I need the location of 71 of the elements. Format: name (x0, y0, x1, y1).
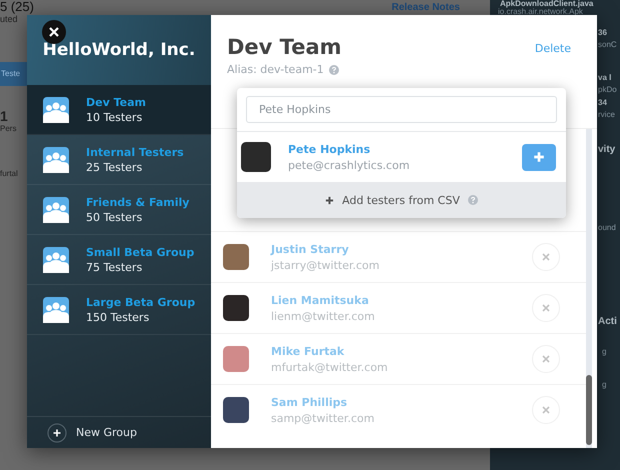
photo-placeholder (241, 142, 271, 172)
background-text: 1 (0, 108, 8, 124)
plus-icon (325, 196, 334, 204)
tester-email: mfurtak@twitter.com (271, 360, 389, 374)
tester-count: 25 Testers (86, 160, 144, 174)
group-item[interactable]: Dev Team 10 Testers (27, 85, 211, 135)
group-name: Internal Testers (86, 146, 184, 158)
delete-link[interactable]: Delete (534, 42, 571, 59)
photo-placeholder (223, 346, 249, 372)
subtitle-text: uted (0, 14, 18, 24)
group-item[interactable]: Friends & Family 50 Testers (27, 185, 211, 235)
tester-count: 10 Testers (86, 110, 144, 124)
remove-button[interactable] (532, 345, 560, 373)
close-icon (542, 406, 550, 414)
count-text: 5 (25) (0, 0, 34, 14)
remove-button[interactable] (532, 294, 560, 322)
photo-placeholder (223, 244, 249, 270)
background-text: io.crash.air.network.Apk (497, 8, 583, 15)
background-text: furtal (0, 169, 18, 178)
group-item[interactable]: Large Beta Group 150 Testers (27, 285, 211, 335)
photo-placeholder (223, 397, 249, 423)
group-item[interactable]: Small Beta Group 75 Testers (27, 235, 211, 285)
group-name: Friends & Family (86, 196, 190, 208)
tester-email: samp@twitter.com (271, 412, 376, 424)
search-field[interactable]: Pete Hopkins (246, 96, 557, 123)
help-icon[interactable] (468, 195, 478, 205)
group-icon (43, 146, 69, 172)
tester-email: pete@crashlytics.com (288, 158, 411, 172)
close-icon (49, 27, 59, 37)
background-text: vity (597, 144, 616, 156)
background-text: g (601, 348, 606, 355)
help-icon[interactable] (328, 64, 339, 74)
alias-text: Alias: dev-team-1 (227, 63, 324, 76)
tester-count: 150 Testers (86, 310, 150, 324)
background-text: Acti (597, 316, 617, 328)
group-name: Dev Team (86, 96, 146, 108)
remove-button[interactable] (532, 396, 560, 424)
group-item[interactable]: Internal Testers 25 Testers (27, 135, 211, 185)
tester-count: 50 Testers (86, 210, 144, 224)
group-icon (43, 96, 69, 122)
photo-placeholder (223, 295, 249, 321)
company-name: HelloWorld, Inc. (42, 40, 196, 60)
group-name: Small Beta Group (86, 246, 194, 258)
close-icon (542, 253, 550, 261)
plus-icon (47, 422, 67, 442)
close-icon (542, 355, 550, 363)
remove-button[interactable] (532, 243, 560, 271)
background-text: va l (597, 74, 612, 82)
background-text: 34 (597, 99, 607, 106)
testers-tab[interactable]: Teste (0, 62, 27, 86)
background-text: pkDo (597, 86, 617, 93)
tester-count: 75 Testers (86, 260, 144, 274)
tester-email: lienm@twitter.com (271, 310, 376, 322)
tester-name[interactable]: Pete Hopkins (288, 142, 522, 156)
background-text: g (601, 381, 606, 388)
close-icon (542, 304, 550, 312)
background-text: Pers (0, 124, 16, 133)
background-text: ound (597, 224, 616, 232)
background-text: 36 (597, 29, 607, 36)
add-button[interactable] (522, 144, 556, 170)
group-name: Large Beta Group (86, 296, 196, 308)
group-icon (43, 296, 69, 322)
group-icon (43, 246, 69, 272)
group-icon (43, 196, 69, 222)
tester-email: jstarry@twitter.com (271, 258, 380, 272)
background-text: rvice (597, 110, 615, 118)
group-title: Dev Team (227, 35, 342, 59)
scrollbar[interactable] (586, 129, 592, 448)
background-text: ApkDownloadClient.java (499, 0, 594, 8)
plus-icon (533, 151, 545, 163)
add-from-csv-button[interactable]: Add testers from CSV (237, 182, 566, 218)
